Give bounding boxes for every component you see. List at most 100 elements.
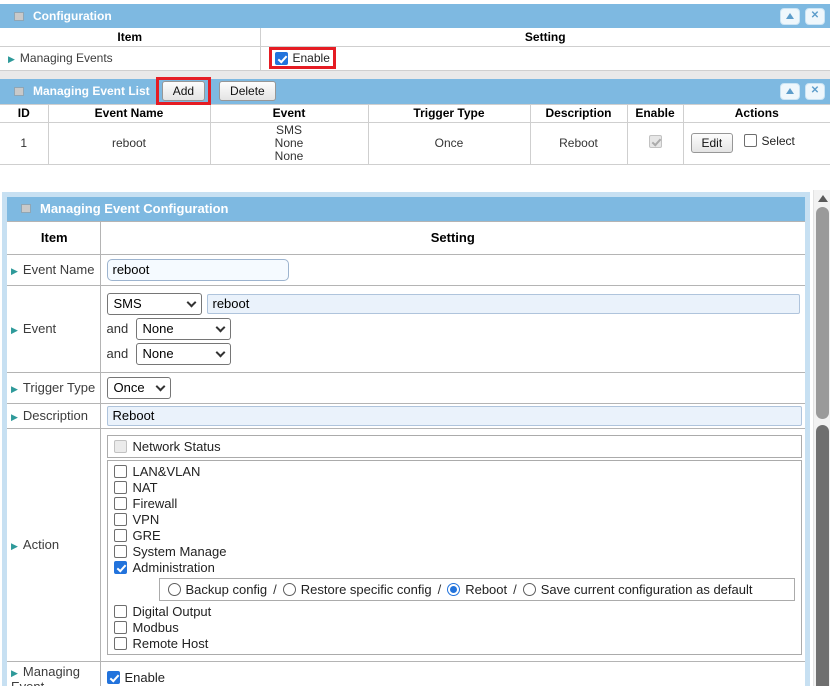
panel-divider	[0, 71, 830, 79]
action-setting-cell: Network Status LAN&VLAN NAT	[100, 428, 805, 661]
option-separator: /	[273, 582, 277, 597]
checkbox-icon[interactable]	[114, 497, 127, 510]
chevron-down-icon	[215, 347, 225, 357]
radio-save-current-config[interactable]: Save current configuration as default	[523, 582, 753, 597]
add-button[interactable]: Add	[162, 81, 205, 101]
radio-icon[interactable]	[447, 583, 460, 596]
delete-button[interactable]: Delete	[219, 81, 276, 101]
cell-description: Reboot	[530, 122, 627, 164]
col-actions: Actions	[683, 104, 830, 122]
cell-enable	[627, 122, 683, 164]
checkbox-icon[interactable]	[114, 637, 127, 650]
description-label: Description	[23, 408, 88, 423]
col-event: Event	[210, 104, 368, 122]
select-checkbox[interactable]	[744, 134, 757, 147]
event-and2-selected: None	[143, 346, 174, 361]
description-row: ▶ Description	[7, 403, 805, 428]
row-enable-checkbox	[649, 135, 662, 148]
event-line-3: None	[211, 150, 368, 163]
event-name-setting-cell	[100, 254, 805, 285]
vertical-scrollbar[interactable]	[813, 190, 830, 686]
panel-icon	[14, 87, 24, 96]
cell-id: 1	[0, 122, 48, 164]
annotation-redbox-add: Add	[156, 77, 211, 105]
checkbox-icon[interactable]	[114, 561, 127, 574]
action-checkbox-modbus[interactable]: Modbus	[114, 620, 796, 635]
radio-backup-config[interactable]: Backup config	[168, 582, 268, 597]
event-list-header-row: ID Event Name Event Trigger Type Descrip…	[0, 104, 830, 122]
chevron-down-icon	[186, 297, 196, 307]
action-checkbox-nat[interactable]: NAT	[114, 480, 796, 495]
setting-column-header: Setting	[260, 28, 830, 46]
radio-icon[interactable]	[168, 583, 181, 596]
action-checkbox-remote-host[interactable]: Remote Host	[114, 636, 796, 651]
event-type-select[interactable]: SMS	[107, 293, 202, 315]
event-name-input[interactable]	[107, 259, 289, 281]
managing-event-enable[interactable]: Enable	[107, 670, 165, 685]
scrollbar-thumb-upper[interactable]	[816, 207, 829, 419]
event-line-2: None	[211, 137, 368, 150]
event-and2-select[interactable]: None	[136, 343, 231, 365]
checkbox-icon[interactable]	[114, 545, 127, 558]
event-list-table: ID Event Name Event Trigger Type Descrip…	[0, 104, 830, 165]
checkbox-icon[interactable]	[275, 52, 288, 65]
event-condition-3: and None	[107, 343, 803, 365]
managing-events-label: Managing Events	[20, 51, 113, 65]
setting-column-header: Setting	[100, 221, 805, 254]
item-arrow-icon: ▶	[11, 412, 18, 422]
event-condition-2: and None	[107, 318, 803, 340]
col-trigger-type: Trigger Type	[368, 104, 530, 122]
event-value-input[interactable]	[207, 294, 801, 314]
event-condition-1: SMS	[107, 293, 803, 315]
event-config-title: Managing Event Configuration	[40, 201, 229, 216]
item-arrow-icon: ▶	[11, 541, 18, 551]
checkbox-icon[interactable]	[114, 513, 127, 526]
checkbox-icon[interactable]	[107, 671, 120, 684]
scroll-up-button[interactable]	[814, 190, 830, 206]
event-config-panel: Managing Event Configuration Item Settin…	[2, 192, 810, 686]
event-and1-select[interactable]: None	[136, 318, 231, 340]
edit-button[interactable]: Edit	[691, 133, 734, 153]
close-button[interactable]: ✕	[805, 83, 825, 100]
checkbox-icon[interactable]	[114, 481, 127, 494]
radio-restore-specific-config[interactable]: Restore specific config	[283, 582, 432, 597]
item-arrow-icon: ▶	[8, 54, 15, 64]
checkbox-icon[interactable]	[114, 621, 127, 634]
event-name-label: Event Name	[23, 262, 95, 277]
event-type-selected: SMS	[114, 296, 142, 311]
enable-label: Enable	[125, 670, 165, 685]
description-input[interactable]	[107, 406, 803, 426]
radio-reboot[interactable]: Reboot	[447, 582, 507, 597]
collapse-button[interactable]	[780, 8, 800, 25]
action-checkbox-lan-vlan[interactable]: LAN&VLAN	[114, 464, 796, 479]
select-row[interactable]: Select	[744, 134, 795, 148]
table-row: 1 reboot SMS None None Once Reboot Edit …	[0, 122, 830, 164]
panel-icon	[14, 12, 24, 21]
event-line-1: SMS	[211, 124, 368, 137]
collapse-button[interactable]	[780, 83, 800, 100]
action-checkbox-administration[interactable]: Administration	[114, 560, 796, 575]
checkbox-icon[interactable]	[114, 529, 127, 542]
checkbox-icon[interactable]	[114, 605, 127, 618]
cell-actions: Edit Select	[683, 122, 830, 164]
trigger-type-row: ▶Trigger Type Once	[7, 372, 805, 403]
item-arrow-icon: ▶	[11, 384, 18, 394]
scrollbar-thumb-lower[interactable]	[816, 425, 829, 686]
description-setting-cell	[100, 403, 805, 428]
checkbox-icon[interactable]	[114, 465, 127, 478]
action-checkbox-digital-output[interactable]: Digital Output	[114, 604, 796, 619]
checkbox-label: Firewall	[133, 496, 178, 511]
radio-icon[interactable]	[523, 583, 536, 596]
action-checkbox-system-manage[interactable]: System Manage	[114, 544, 796, 559]
radio-icon[interactable]	[283, 583, 296, 596]
action-checkbox-firewall[interactable]: Firewall	[114, 496, 796, 511]
trigger-type-select[interactable]: Once	[107, 377, 171, 399]
managing-events-enable[interactable]: Enable	[275, 51, 330, 65]
checkbox-label: Network Status	[133, 439, 221, 454]
action-checkbox-gre[interactable]: GRE	[114, 528, 796, 543]
checkbox-icon	[114, 440, 127, 453]
action-checkbox-vpn[interactable]: VPN	[114, 512, 796, 527]
configuration-header-row: Item Setting	[0, 28, 830, 46]
close-button[interactable]: ✕	[805, 8, 825, 25]
managing-events-label-cell: ▶ Managing Events	[0, 46, 260, 70]
